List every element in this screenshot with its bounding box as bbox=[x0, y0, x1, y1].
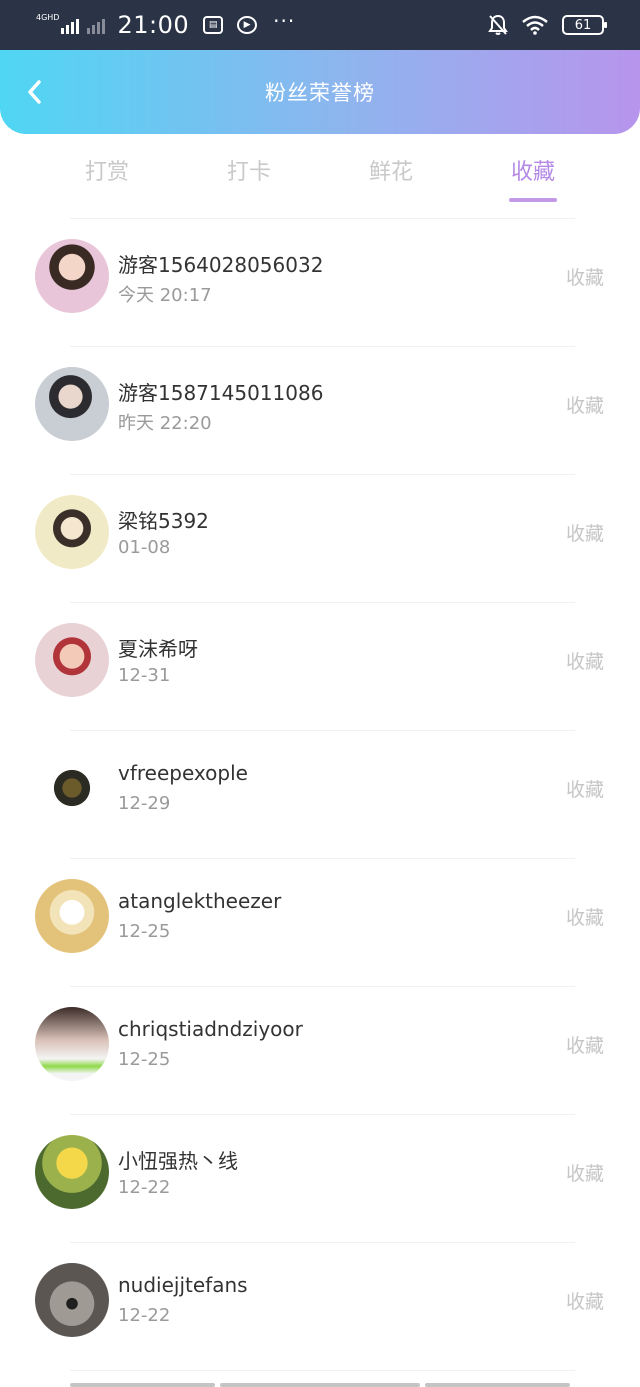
status-bar: 4GHD 21:00 ▤ ▶ ··· 61 bbox=[0, 0, 640, 50]
list-item[interactable]: chriqstiadndziyoor 12-25 收藏 bbox=[0, 987, 640, 1115]
list-item[interactable]: atanglektheezer 12-25 收藏 bbox=[0, 859, 640, 987]
action-label: 收藏 bbox=[565, 907, 604, 929]
page-header: 粉丝荣誉榜 bbox=[0, 50, 640, 134]
user-name: 夏沫希呀 bbox=[118, 637, 198, 661]
list-item[interactable]: vfreepexople 12-29 收藏 bbox=[0, 731, 640, 859]
user-name: 游客1587145011086 bbox=[118, 381, 324, 405]
list-item[interactable]: 夏沫希呀 12-31 收藏 bbox=[0, 603, 640, 731]
chevron-left-icon bbox=[28, 80, 41, 104]
signal-icon-secondary bbox=[87, 16, 106, 34]
back-button[interactable] bbox=[20, 78, 48, 106]
list-item[interactable]: 梁铭5392 01-08 收藏 bbox=[0, 475, 640, 603]
clock: 21:00 bbox=[117, 11, 190, 39]
tab-indicator bbox=[509, 198, 557, 202]
network-type: 4GHD bbox=[36, 12, 60, 22]
bottom-scroll-hint bbox=[70, 1383, 570, 1387]
fan-list: 游客1564028056032 今天 20:17 收藏 游客1587145011… bbox=[0, 219, 640, 1371]
bar-segment bbox=[70, 1383, 215, 1387]
tab-checkin[interactable]: 打卡 bbox=[204, 154, 294, 186]
status-right: 61 bbox=[488, 14, 607, 36]
tab-flowers[interactable]: 鲜花 bbox=[346, 154, 436, 186]
avatar[interactable] bbox=[35, 1007, 109, 1081]
action-label: 收藏 bbox=[565, 1163, 604, 1185]
action-label: 收藏 bbox=[565, 651, 604, 673]
status-left: 4GHD 21:00 ▤ ▶ ··· bbox=[36, 9, 296, 39]
timestamp: 12-25 bbox=[118, 1049, 171, 1070]
user-name: 小忸强热丶线 bbox=[118, 1149, 238, 1173]
user-name: 游客1564028056032 bbox=[118, 253, 324, 277]
avatar[interactable] bbox=[35, 239, 109, 313]
user-name: atanglektheezer bbox=[118, 889, 282, 913]
tab-label: 打卡 bbox=[226, 160, 271, 185]
timestamp: 今天 20:17 bbox=[118, 285, 212, 306]
list-item[interactable]: 游客1564028056032 今天 20:17 收藏 bbox=[0, 219, 640, 347]
action-label: 收藏 bbox=[565, 523, 604, 545]
timestamp: 12-22 bbox=[118, 1305, 171, 1326]
tab-reward[interactable]: 打赏 bbox=[62, 154, 152, 186]
battery-level: 61 bbox=[574, 17, 592, 33]
bar-segment bbox=[425, 1383, 570, 1387]
tab-bar: 打赏 打卡 鲜花 收藏 bbox=[0, 134, 640, 218]
bar-segment bbox=[220, 1383, 420, 1387]
tab-label: 打赏 bbox=[84, 160, 129, 185]
battery-icon: 61 bbox=[562, 15, 607, 35]
mute-icon bbox=[488, 14, 508, 35]
avatar[interactable] bbox=[35, 1135, 109, 1209]
action-label: 收藏 bbox=[565, 1291, 604, 1313]
tab-label: 鲜花 bbox=[368, 160, 413, 185]
user-name: vfreepexople bbox=[118, 761, 248, 785]
page-title: 粉丝荣誉榜 bbox=[265, 81, 375, 105]
tab-favorites[interactable]: 收藏 bbox=[488, 154, 578, 202]
timestamp: 12-25 bbox=[118, 921, 171, 942]
user-name: 梁铭5392 bbox=[118, 509, 209, 533]
timestamp: 01-08 bbox=[118, 537, 171, 558]
avatar[interactable] bbox=[35, 367, 109, 441]
timestamp: 12-31 bbox=[118, 665, 171, 686]
wifi-icon bbox=[522, 15, 548, 35]
avatar[interactable] bbox=[35, 623, 109, 697]
user-name: chriqstiadndziyoor bbox=[118, 1017, 303, 1041]
sim-icon: ▤ bbox=[203, 16, 224, 34]
action-label: 收藏 bbox=[565, 779, 604, 801]
signal-icon bbox=[61, 16, 80, 34]
video-icon: ▶ bbox=[237, 16, 258, 34]
tab-label: 收藏 bbox=[510, 160, 555, 185]
timestamp: 12-29 bbox=[118, 793, 171, 814]
divider bbox=[70, 1370, 575, 1371]
timestamp: 12-22 bbox=[118, 1177, 171, 1198]
more-icon: ··· bbox=[273, 9, 296, 33]
action-label: 收藏 bbox=[565, 1035, 604, 1057]
avatar[interactable] bbox=[35, 751, 109, 825]
user-name: nudiejjtefans bbox=[118, 1273, 248, 1297]
list-item[interactable]: nudiejjtefans 12-22 收藏 bbox=[0, 1243, 640, 1371]
list-item[interactable]: 游客1587145011086 昨天 22:20 收藏 bbox=[0, 347, 640, 475]
avatar[interactable] bbox=[35, 495, 109, 569]
avatar[interactable] bbox=[35, 1263, 109, 1337]
avatar[interactable] bbox=[35, 879, 109, 953]
timestamp: 昨天 22:20 bbox=[118, 413, 212, 434]
list-item[interactable]: 小忸强热丶线 12-22 收藏 bbox=[0, 1115, 640, 1243]
action-label: 收藏 bbox=[565, 267, 604, 289]
action-label: 收藏 bbox=[565, 395, 604, 417]
